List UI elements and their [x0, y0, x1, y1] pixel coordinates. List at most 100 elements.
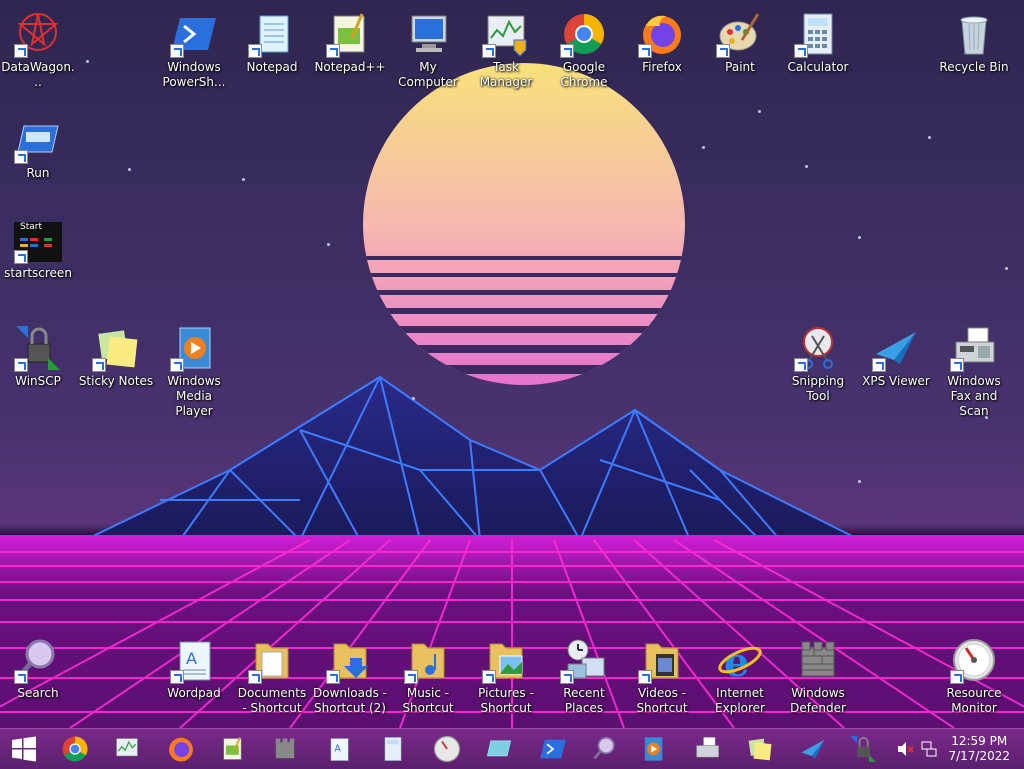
wordpad-icon: A — [330, 738, 349, 761]
desktop-icon-taskmanager[interactable]: Task Manager — [468, 6, 544, 96]
icon-label: Windows Defender — [790, 686, 846, 715]
desktop-icon-recyclebin[interactable]: Recycle Bin — [936, 6, 1012, 96]
tray-volume[interactable] — [894, 733, 916, 765]
desktop-icon-pictures[interactable]: Pictures - Shortcut — [468, 632, 544, 722]
desktop-icon-run[interactable]: Run — [0, 112, 76, 202]
shortcut-arrow-icon — [248, 44, 262, 58]
shortcut-arrow-icon — [170, 670, 184, 684]
desktop-icon-notepad[interactable]: Notepad — [234, 6, 310, 96]
desktop-icon-resmon[interactable]: Resource Monitor — [936, 632, 1012, 722]
star — [412, 397, 415, 400]
taskbar-winscp[interactable] — [846, 733, 880, 765]
desktop-icon-recentplaces[interactable]: Recent Places — [546, 632, 622, 722]
icon-label: startscreen — [4, 266, 72, 280]
shortcut-arrow-icon — [326, 670, 340, 684]
tray-network[interactable] — [918, 733, 940, 765]
shortcut-arrow-icon — [560, 670, 574, 684]
taskbar-fax-scan[interactable] — [690, 733, 724, 765]
desktop-icon-faxscan[interactable]: Windows Fax and Scan — [936, 320, 1012, 418]
star — [805, 165, 808, 168]
desktop-icon-notepadpp[interactable]: Notepad++ — [312, 6, 388, 96]
chrome-icon — [62, 736, 88, 762]
icon-label: Search — [17, 686, 59, 700]
shortcut-arrow-icon — [14, 670, 28, 684]
recycle-bin-icon — [960, 16, 988, 55]
taskbar-notepadpp[interactable] — [216, 733, 250, 765]
windows-start-icon — [12, 736, 36, 762]
shortcut-arrow-icon — [482, 670, 496, 684]
desktop-icon-defender[interactable]: Windows Defender — [780, 632, 856, 722]
star — [758, 110, 761, 113]
taskbar-chrome[interactable] — [58, 733, 92, 765]
defender-icon — [801, 641, 835, 677]
desktop-icon-documents[interactable]: Documents - Shortcut — [234, 632, 310, 722]
taskbar-xps-viewer[interactable] — [796, 733, 830, 765]
desktop-icon-search[interactable]: Search — [0, 632, 76, 722]
star — [86, 60, 89, 63]
icon-label: Downloads - Shortcut (2) — [312, 686, 388, 715]
desktop-icon-downloads[interactable]: Downloads - Shortcut (2) — [312, 632, 388, 722]
clock-date: 7/17/2022 — [948, 749, 1010, 763]
xps-viewer-icon — [801, 739, 825, 759]
desktop-icon-mycomputer[interactable]: My Computer — [390, 6, 466, 96]
icon-label: Windows PowerSh... — [162, 60, 226, 89]
desktop-icon-stickynotes[interactable]: Sticky Notes — [78, 320, 154, 410]
icon-label: Documents - Shortcut — [237, 686, 307, 715]
star — [702, 146, 705, 149]
star — [327, 243, 330, 246]
desktop-icon-mediaplayer[interactable]: Windows Media Player — [156, 320, 232, 418]
task-manager-icon — [116, 738, 138, 757]
icon-label: Windows Media Player — [167, 374, 221, 418]
taskbar-powershell[interactable] — [536, 733, 570, 765]
desktop-icon-powershell[interactable]: Windows PowerSh... — [156, 6, 232, 96]
icon-label: Videos - Shortcut — [636, 686, 688, 715]
desktop-icon-startscreen[interactable]: Start startscreen — [0, 216, 76, 306]
taskbar-calculator[interactable] — [376, 733, 410, 765]
shortcut-arrow-icon — [872, 358, 886, 372]
start-button[interactable] — [6, 733, 42, 765]
desktop-icon-wordpad[interactable]: A Wordpad — [156, 632, 232, 722]
desktop-icon-videos[interactable]: Videos - Shortcut — [624, 632, 700, 722]
desktop-icon-paint[interactable]: Paint — [702, 6, 778, 96]
shortcut-arrow-icon — [638, 670, 652, 684]
desktop-icon-snipping[interactable]: Snipping Tool — [780, 320, 856, 410]
star — [242, 178, 245, 181]
star — [128, 168, 131, 171]
shortcut-arrow-icon — [716, 44, 730, 58]
shortcut-arrow-icon — [794, 358, 808, 372]
icon-label: Wordpad — [167, 686, 221, 700]
taskbar-search[interactable] — [588, 733, 622, 765]
desktop[interactable]: DataWagon... Windows PowerSh... Notepad … — [0, 0, 1024, 728]
taskbar-media-player[interactable] — [636, 733, 670, 765]
star — [858, 236, 861, 239]
desktop-icon-winscp[interactable]: WinSCP — [0, 320, 76, 410]
taskbar-wordpad[interactable]: A — [322, 733, 356, 765]
taskbar-sticky-notes[interactable] — [742, 733, 776, 765]
internet-explorer-icon: e — [718, 639, 762, 684]
desktop-icon-datawagon[interactable]: DataWagon... — [0, 6, 76, 96]
notepadpp-icon — [223, 736, 242, 760]
icon-label: Sticky Notes — [78, 374, 154, 388]
desktop-icon-chrome[interactable]: Google Chrome — [546, 6, 622, 96]
desktop-icon-ie[interactable]: e Internet Explorer — [702, 632, 778, 722]
icon-label: My Computer — [398, 60, 458, 89]
desktop-icon-music[interactable]: Music - Shortcut — [390, 632, 466, 722]
shortcut-arrow-icon — [638, 44, 652, 58]
svg-text:e: e — [724, 639, 749, 684]
icon-label: WinSCP — [15, 374, 61, 388]
svg-text:A: A — [186, 649, 197, 668]
taskbar-task-manager[interactable] — [110, 733, 144, 765]
shortcut-arrow-icon — [14, 358, 28, 372]
taskbar-firefox[interactable] — [164, 733, 198, 765]
desktop-icon-calculator[interactable]: Calculator — [780, 6, 856, 96]
icon-label: Run — [26, 166, 50, 180]
icon-label: Recycle Bin — [939, 60, 1009, 74]
taskbar-resource-monitor[interactable] — [430, 733, 464, 765]
taskbar-run[interactable] — [482, 733, 516, 765]
taskbar-defender[interactable] — [268, 733, 302, 765]
desktop-icon-xps[interactable]: XPS Viewer — [858, 320, 934, 410]
icon-label: XPS Viewer — [862, 374, 930, 388]
tray-clock[interactable]: 12:59 PM 7/17/2022 — [948, 734, 1010, 764]
desktop-icon-firefox[interactable]: Firefox — [624, 6, 700, 96]
icon-label: Resource Monitor — [946, 686, 1002, 715]
